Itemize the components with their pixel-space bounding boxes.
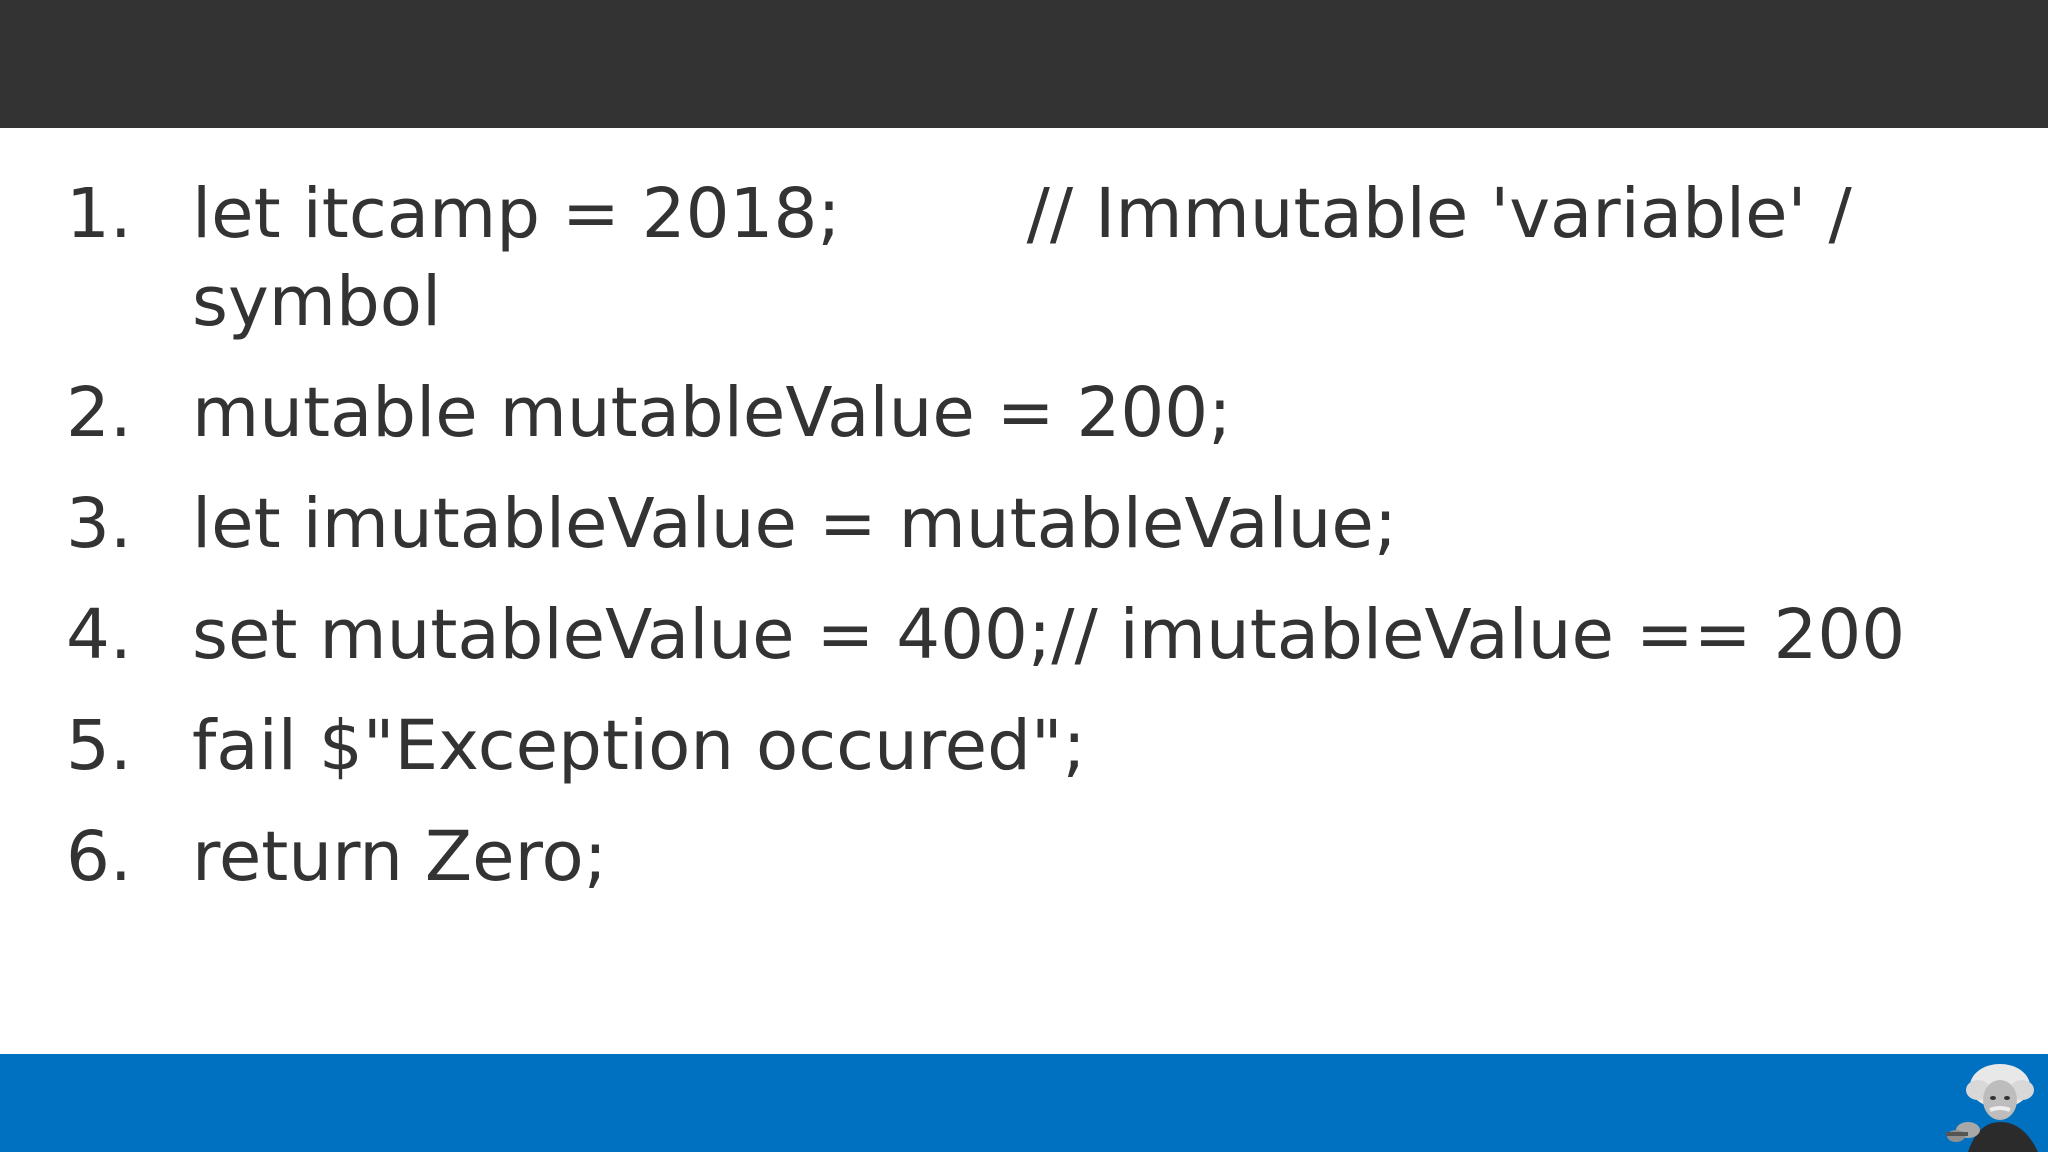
- einstein-portrait-icon: [1938, 1056, 2048, 1152]
- line-number: 4.: [66, 595, 132, 675]
- line-number: 5.: [66, 706, 132, 786]
- code-text: mutable mutableValue = 200;: [192, 373, 1232, 453]
- line-number: 3.: [66, 484, 132, 564]
- line-number: 6.: [66, 817, 132, 897]
- code-line-3: 3. let imutableValue = mutableValue;: [66, 480, 1926, 568]
- line-number: 2.: [66, 373, 132, 453]
- line-number: 1.: [66, 174, 132, 254]
- slide-content: 1. let itcamp = 2018;// Immutable 'varia…: [0, 128, 2048, 1054]
- code-line-2: 2. mutable mutableValue = 200;: [66, 369, 1926, 457]
- code-text: set mutableValue = 400;// imutableValue …: [192, 595, 1906, 675]
- code-list: 1. let itcamp = 2018;// Immutable 'varia…: [66, 170, 1926, 924]
- code-text: return Zero;: [192, 817, 607, 897]
- footer-bar: [0, 1054, 2048, 1152]
- code-text: let itcamp = 2018;: [192, 174, 841, 254]
- code-text: let imutableValue = mutableValue;: [192, 484, 1398, 564]
- code-line-6: 6. return Zero;: [66, 813, 1926, 901]
- title-bar: [0, 0, 2048, 128]
- code-line-4: 4. set mutableValue = 400;// imutableVal…: [66, 591, 1926, 679]
- slide: 1. let itcamp = 2018;// Immutable 'varia…: [0, 0, 2048, 1152]
- code-line-5: 5. fail $"Exception occured";: [66, 702, 1926, 790]
- code-line-1: 1. let itcamp = 2018;// Immutable 'varia…: [66, 170, 1926, 346]
- code-text: fail $"Exception occured";: [192, 706, 1086, 786]
